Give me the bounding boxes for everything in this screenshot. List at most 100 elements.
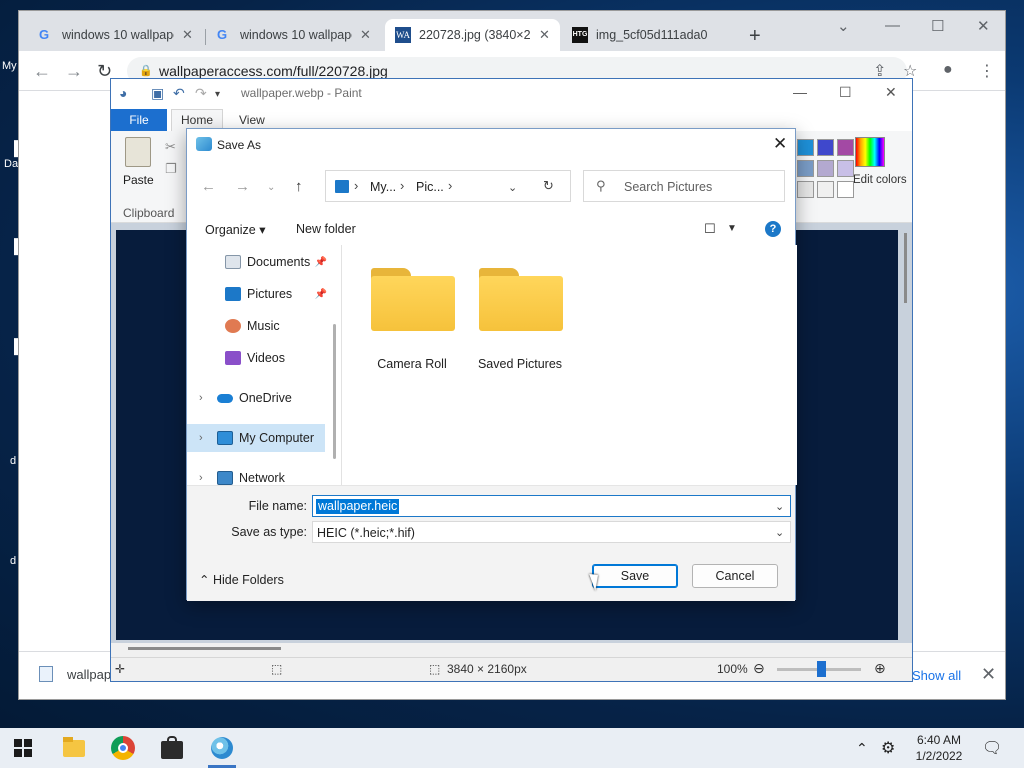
undo-icon[interactable]: ↶ — [173, 85, 185, 102]
refresh-icon[interactable]: ↻ — [543, 178, 554, 194]
redo-icon[interactable]: ↷ — [195, 85, 207, 102]
cut-icon[interactable]: ✂ — [165, 139, 176, 155]
maximize-icon[interactable]: ☐ — [839, 84, 852, 101]
command-bar: Organize ▾ New folder ☐ ▼ ? — [187, 214, 795, 244]
new-tab-icon[interactable]: + — [749, 25, 761, 48]
notifications-icon[interactable]: 🗨 — [982, 738, 1002, 758]
close-dialog-icon[interactable]: ✕ — [773, 134, 787, 154]
address-breadcrumb[interactable]: › My... › Pic... › ⌄ ↻ — [325, 170, 571, 202]
zoom-out-icon[interactable]: ⊖ — [753, 660, 765, 677]
minimize-icon[interactable]: — — [793, 84, 807, 100]
view-options-icon[interactable]: ☐ — [704, 221, 716, 237]
color-swatch[interactable] — [817, 160, 834, 177]
copy-icon[interactable]: ❐ — [165, 161, 177, 177]
close-window-icon[interactable]: ✕ — [885, 84, 897, 101]
color-swatch[interactable] — [797, 139, 814, 156]
close-tab-icon[interactable]: ✕ — [360, 27, 371, 43]
start-button[interactable] — [14, 739, 32, 757]
zoom-slider-thumb[interactable] — [817, 661, 826, 677]
edit-colors-label[interactable]: Edit colors — [853, 174, 907, 187]
tab-file[interactable]: File — [111, 109, 167, 131]
nav-item-my-computer[interactable]: › My Computer — [187, 424, 325, 452]
browser-tab[interactable]: G windows 10 wallpape ✕ — [207, 19, 381, 51]
up-folder-icon[interactable]: ↑ — [295, 178, 303, 195]
settings-gear-icon[interactable]: ⚙ — [881, 738, 895, 758]
file-list: Camera Roll Saved Pictures — [342, 245, 797, 485]
vertical-scrollbar[interactable] — [901, 233, 911, 313]
nav-item-music[interactable]: Music — [187, 312, 325, 340]
color-swatch[interactable] — [837, 160, 854, 177]
hide-folders-label: Hide Folders — [212, 573, 284, 587]
documents-icon — [225, 255, 241, 269]
search-placeholder: Search Pictures — [624, 180, 713, 194]
close-tab-icon[interactable]: ✕ — [539, 27, 550, 43]
maximize-icon[interactable]: ☐ — [931, 17, 944, 35]
cancel-button[interactable]: Cancel — [692, 564, 778, 588]
new-folder-button[interactable]: New folder — [296, 222, 356, 236]
breadcrumb-item[interactable]: Pic... — [416, 180, 444, 194]
customize-qat-icon[interactable]: ▾ — [215, 89, 220, 100]
browser-tab-active[interactable]: WA 220728.jpg (3840×21 ✕ — [385, 19, 560, 51]
chrome-icon[interactable] — [109, 734, 137, 762]
color-swatch[interactable] — [817, 181, 834, 198]
minimize-icon[interactable]: — — [885, 17, 900, 34]
chevron-right-icon[interactable]: › — [199, 472, 203, 484]
close-window-icon[interactable]: ✕ — [977, 17, 990, 35]
forward-icon[interactable]: → — [235, 178, 250, 195]
file-explorer-icon[interactable] — [60, 734, 88, 762]
chevron-down-icon[interactable]: ⌄ — [775, 526, 784, 539]
save-as-type-select[interactable]: HEIC (*.heic;*.hif) ⌄ — [312, 521, 791, 543]
wallpaperaccess-favicon-icon: WA — [395, 27, 411, 43]
horizontal-scrollbar[interactable] — [128, 647, 281, 650]
cursor-position-icon: ✛ — [115, 662, 126, 676]
paint-status-bar: ✛ ⬚ ⬚ 3840 × 2160px 100% ⊖ ⊕ — [111, 657, 912, 681]
color-swatch[interactable] — [837, 139, 854, 156]
view-dropdown-icon[interactable]: ▼ — [727, 223, 737, 234]
nav-item-documents[interactable]: Documents 📌 — [187, 248, 327, 276]
browser-tab[interactable]: HTG img_5cf05d111ada0.j — [562, 19, 718, 51]
save-icon[interactable]: ▣ — [151, 85, 164, 102]
organize-button[interactable]: Organize ▾ — [205, 222, 265, 237]
close-tab-icon[interactable]: ✕ — [182, 27, 193, 43]
store-icon[interactable] — [158, 734, 186, 762]
system-clock[interactable]: 6:40 AM 1/2/2022 — [912, 732, 966, 764]
nav-item-onedrive[interactable]: › OneDrive — [187, 384, 325, 412]
menu-icon[interactable]: ⋮ — [979, 61, 995, 81]
nav-scrollbar[interactable] — [333, 324, 336, 459]
tab-search-icon[interactable]: ⌄ — [837, 17, 850, 35]
breadcrumb-item[interactable]: My... — [370, 180, 396, 194]
file-name-field[interactable]: wallpaper.heic ⌄ — [312, 495, 791, 517]
recent-locations-icon[interactable]: ⌄ — [267, 182, 275, 193]
nav-item-pictures[interactable]: Pictures 📌 — [187, 280, 327, 308]
color-swatch[interactable] — [837, 181, 854, 198]
color-swatch[interactable] — [817, 139, 834, 156]
chevron-right-icon[interactable]: › — [199, 392, 203, 404]
hide-folders-button[interactable]: ⌃ Hide Folders — [199, 572, 284, 587]
paste-button[interactable] — [123, 137, 153, 167]
tab-view[interactable]: View — [239, 113, 265, 127]
chevron-right-icon[interactable]: › — [199, 432, 203, 444]
browser-tab[interactable]: G windows 10 wallpape ✕ — [29, 19, 203, 51]
nav-item-videos[interactable]: Videos — [187, 344, 325, 372]
profile-avatar-icon[interactable]: ● — [943, 61, 953, 79]
tab-title: windows 10 wallpape — [62, 28, 174, 42]
color-swatch[interactable] — [797, 181, 814, 198]
chevron-down-icon[interactable]: ⌄ — [775, 500, 784, 513]
paste-label: Paste — [123, 173, 154, 187]
help-icon[interactable]: ? — [765, 221, 781, 237]
forward-icon[interactable]: → — [65, 61, 83, 82]
address-dropdown-icon[interactable]: ⌄ — [508, 181, 517, 194]
save-button[interactable]: Save — [592, 564, 678, 588]
download-item[interactable]: wallpap — [39, 666, 111, 682]
close-download-bar-icon[interactable]: ✕ — [981, 664, 996, 685]
google-favicon-icon: G — [39, 27, 50, 42]
show-all-button[interactable]: Show all — [912, 668, 961, 683]
search-box[interactable]: ⚲ Search Pictures — [583, 170, 785, 202]
edit-colors-icon[interactable] — [855, 137, 885, 167]
color-swatch[interactable] — [797, 160, 814, 177]
back-icon[interactable]: ← — [201, 178, 216, 195]
back-icon[interactable]: ← — [33, 61, 51, 82]
show-hidden-icons-icon[interactable]: ⌃ — [856, 740, 868, 757]
paint-icon[interactable] — [208, 734, 236, 768]
zoom-in-icon[interactable]: ⊕ — [874, 660, 886, 677]
